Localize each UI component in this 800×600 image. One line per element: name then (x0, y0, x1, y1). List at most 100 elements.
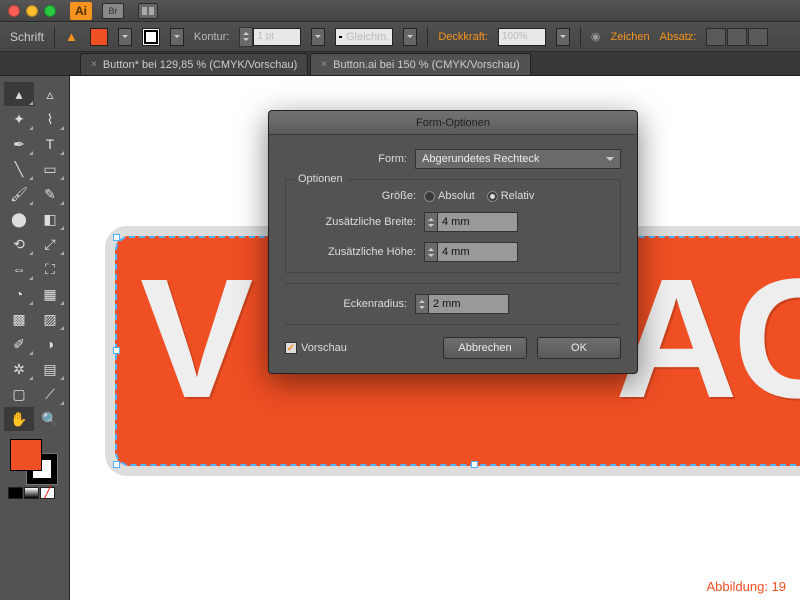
size-absolute-radio[interactable]: Absolut (424, 190, 475, 202)
document-tab[interactable]: × Button.ai bei 150 % (CMYK/Vorschau) (310, 53, 530, 75)
symbol-sprayer-tool[interactable]: ✲ (4, 357, 34, 381)
stroke-color-dropdown[interactable] (170, 28, 184, 46)
scale-tool[interactable]: ⤢ (35, 232, 65, 256)
fill-color-swatch[interactable] (90, 28, 108, 46)
extra-width-input[interactable]: 4 mm (438, 212, 518, 232)
align-left-button[interactable] (706, 28, 726, 46)
magic-wand-tool[interactable]: ✦ (4, 107, 34, 131)
type-tool[interactable]: T (35, 132, 65, 156)
selection-handle[interactable] (471, 461, 478, 468)
arrange-documents-button[interactable] (138, 3, 158, 19)
blob-brush-tool[interactable]: ⬤ (4, 207, 34, 231)
none-mode-button[interactable]: ╱ (40, 487, 55, 499)
align-right-button[interactable] (748, 28, 768, 46)
shape-label: Form: (285, 153, 415, 165)
ok-button[interactable]: OK (537, 337, 621, 359)
gradient-mode-button[interactable] (24, 487, 39, 499)
cancel-button[interactable]: Abbrechen (443, 337, 527, 359)
dialog-title: Form-Optionen (269, 111, 637, 135)
zoom-tool[interactable]: 🔍 (35, 407, 65, 431)
graph-tool[interactable]: ▤ (35, 357, 65, 381)
document-tab[interactable]: × Button* bei 129,85 % (CMYK/Vorschau) (80, 53, 308, 75)
selection-handle[interactable] (113, 461, 120, 468)
selection-handle[interactable] (113, 234, 120, 241)
opacity-input[interactable]: 100% (498, 28, 546, 46)
blend-tool[interactable]: ◑ (35, 332, 65, 356)
context-label: Schrift (10, 30, 44, 44)
artboard-tool[interactable]: ▢ (4, 382, 34, 406)
stroke-profile-dropdown[interactable] (403, 28, 417, 46)
perspective-grid-tool[interactable]: ▦ (35, 282, 65, 306)
options-fieldset: Optionen Größe: Absolut Relativ Zusätzli… (285, 179, 621, 273)
control-bar: Schrift ▲ Kontur: 1 pt Gleichm. Deckkraf… (0, 22, 800, 52)
corner-radius-stepper[interactable]: 2 mm (415, 294, 509, 314)
paragraph-panel-link[interactable]: Absatz: (660, 31, 697, 43)
divider (285, 283, 621, 284)
paintbrush-tool[interactable]: 🖌 (4, 182, 34, 206)
hand-tool[interactable]: ✋ (4, 407, 34, 431)
close-tab-icon[interactable]: × (321, 59, 327, 70)
selection-handle[interactable] (113, 347, 120, 354)
fill-stroke-selector[interactable] (4, 437, 65, 483)
opacity-label[interactable]: Deckkraft: (438, 31, 488, 43)
mesh-tool[interactable]: ▩ (4, 307, 34, 331)
tab-label: Button* bei 129,85 % (CMYK/Vorschau) (103, 59, 297, 71)
divider (285, 324, 621, 325)
window-titlebar: Ai Br (0, 0, 800, 22)
artwork-letter: V (140, 254, 248, 424)
width-tool[interactable]: ⇔ (4, 257, 34, 281)
paragraph-align-group (706, 28, 768, 46)
extra-width-label: Zusätzliche Breite: (294, 216, 424, 228)
extra-width-stepper[interactable]: 4 mm (424, 212, 518, 232)
shape-select[interactable]: Abgerundetes Rechteck (415, 149, 621, 169)
pencil-tool[interactable]: ✎ (35, 182, 65, 206)
fill-color-dropdown[interactable] (118, 28, 132, 46)
rectangle-tool[interactable]: ▭ (35, 157, 65, 181)
stroke-color-swatch[interactable] (142, 28, 160, 46)
eyedropper-tool[interactable]: ✐ (4, 332, 34, 356)
extra-height-input[interactable]: 4 mm (438, 242, 518, 262)
stroke-label: Kontur: (194, 31, 229, 43)
opacity-dropdown[interactable] (556, 28, 570, 46)
minimize-window-button[interactable] (26, 5, 38, 17)
align-center-button[interactable] (727, 28, 747, 46)
stroke-weight-stepper[interactable]: 1 pt (239, 27, 301, 47)
zoom-window-button[interactable] (44, 5, 56, 17)
document-tabs: × Button* bei 129,85 % (CMYK/Vorschau) × B… (0, 52, 800, 76)
tab-label: Button.ai bei 150 % (CMYK/Vorschau) (333, 59, 519, 71)
extra-height-label: Zusätzliche Höhe: (294, 246, 424, 258)
extra-height-stepper[interactable]: 4 mm (424, 242, 518, 262)
close-window-button[interactable] (8, 5, 20, 17)
shape-options-dialog: Form-Optionen Form: Abgerundetes Rechtec… (268, 110, 638, 374)
tools-panel: ▴ ▵ ✦ ⌇ ✒ T ╲ ▭ 🖌 ✎ ⬤ ◧ ⟲ ⤢ ⇔ ⛶ ◔ ▦ ▩ ▨ … (0, 76, 70, 600)
corner-radius-input[interactable]: 2 mm (429, 294, 509, 314)
lasso-tool[interactable]: ⌇ (35, 107, 65, 131)
shape-builder-tool[interactable]: ◔ (4, 282, 34, 306)
gradient-tool[interactable]: ▨ (35, 307, 65, 331)
artwork-letter: AG (615, 254, 800, 424)
direct-selection-tool[interactable]: ▵ (35, 82, 65, 106)
slice-tool[interactable]: ⟋ (35, 382, 65, 406)
warning-icon: ▲ (65, 29, 78, 44)
options-legend: Optionen (294, 173, 347, 185)
corner-radius-label: Eckenradius: (285, 298, 415, 310)
stroke-weight-input[interactable]: 1 pt (253, 28, 301, 46)
rotate-tool[interactable]: ⟲ (4, 232, 34, 256)
close-tab-icon[interactable]: × (91, 59, 97, 70)
size-relative-radio[interactable]: Relativ (487, 190, 535, 202)
recolor-icon[interactable]: ◉ (591, 30, 601, 43)
preview-checkbox[interactable]: Vorschau (285, 342, 347, 354)
bridge-button[interactable]: Br (102, 3, 124, 19)
figure-caption: Abbildung: 19 (706, 579, 786, 594)
free-transform-tool[interactable]: ⛶ (35, 257, 65, 281)
eraser-tool[interactable]: ◧ (35, 207, 65, 231)
stroke-weight-dropdown[interactable] (311, 28, 325, 46)
color-mode-button[interactable] (8, 487, 23, 499)
selection-tool[interactable]: ▴ (4, 82, 34, 106)
size-label: Größe: (294, 190, 424, 202)
line-tool[interactable]: ╲ (4, 157, 34, 181)
character-panel-link[interactable]: Zeichen (610, 31, 649, 43)
fill-swatch[interactable] (10, 439, 42, 471)
pen-tool[interactable]: ✒ (4, 132, 34, 156)
stroke-profile-select[interactable]: Gleichm. (335, 28, 393, 46)
